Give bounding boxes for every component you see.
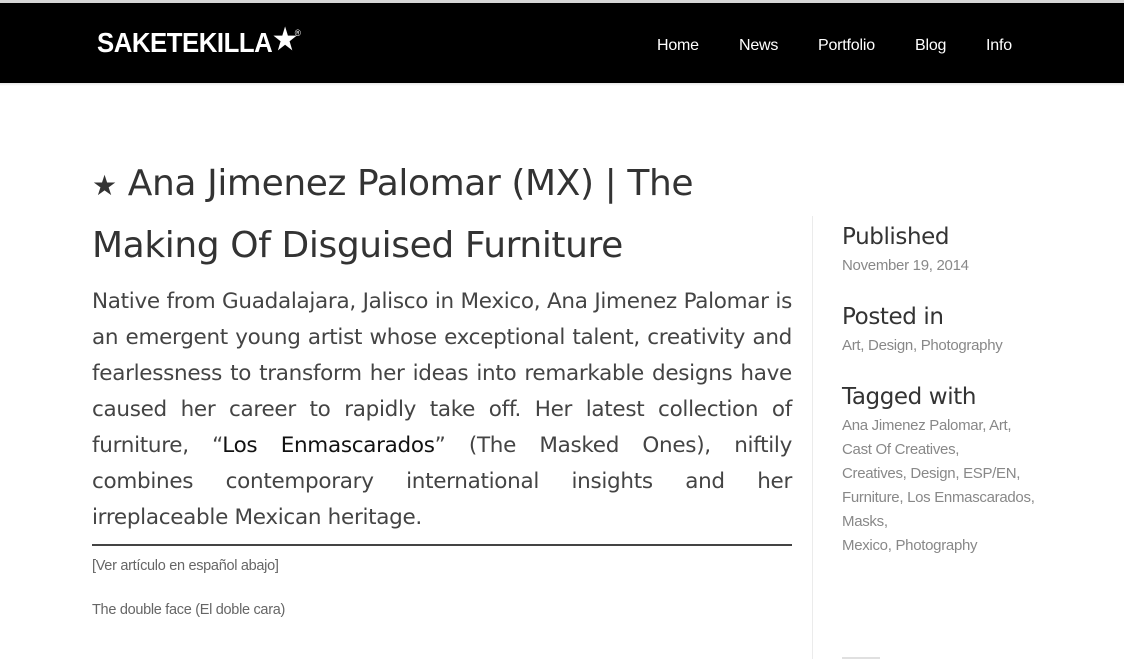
tag-link[interactable]: Masks <box>842 513 884 530</box>
tag-link[interactable]: Photography <box>895 537 977 554</box>
category-list: Art, Design, Photography <box>842 337 1003 354</box>
category-link[interactable]: Design <box>868 337 913 354</box>
category-link[interactable]: Art <box>842 337 861 354</box>
tag-list: Ana Jimenez Palomar, Art, Cast Of Creativ… <box>842 417 1035 554</box>
tag-link[interactable]: Los Enmascarados <box>907 489 1031 506</box>
tagged-with-heading: Tagged with <box>842 384 976 410</box>
tag-link[interactable]: Creatives <box>842 465 903 482</box>
tag-link[interactable]: Cast Of Creatives <box>842 441 956 458</box>
los-enmascarados-link[interactable]: Los Enmascarados <box>222 433 435 458</box>
tag-link[interactable]: Furniture <box>842 489 900 506</box>
nav-portfolio[interactable]: Portfolio <box>818 35 875 57</box>
star-icon: ★ <box>92 169 117 202</box>
tag-link[interactable]: Ana Jimenez Palomar <box>842 417 983 434</box>
published-heading: Published <box>842 224 950 250</box>
nav-info[interactable]: Info <box>986 35 1012 57</box>
site-header: SAKETEKILLA ★ ® Home News Portfolio Blog… <box>0 3 1124 83</box>
header-shadow <box>0 83 1124 86</box>
tag-link[interactable]: ESP/EN <box>963 465 1017 482</box>
nav-home[interactable]: Home <box>657 35 699 57</box>
tag-link[interactable]: Design <box>910 465 955 482</box>
article-lead: Native from Guadalajara, Jalisco in Mexi… <box>92 284 792 536</box>
lead-divider <box>92 544 792 546</box>
tag-link[interactable]: Art <box>989 417 1008 434</box>
published-date: November 19, 2014 <box>842 257 969 274</box>
article-title-text: Ana Jimenez Palomar (MX) | The Making Of… <box>92 163 694 266</box>
sidebar-divider <box>812 216 813 659</box>
tag-link[interactable]: Mexico <box>842 537 888 554</box>
posted-in-heading: Posted in <box>842 304 944 330</box>
spanish-note: [Ver artículo en español abajo] <box>92 558 279 574</box>
nav-news[interactable]: News <box>739 35 778 57</box>
article-title: ★ Ana Jimenez Palomar (MX) | The Making … <box>92 154 782 276</box>
nav-blog[interactable]: Blog <box>915 35 946 57</box>
category-link[interactable]: Photography <box>921 337 1003 354</box>
main-nav: Home News Portfolio Blog Info <box>0 35 1124 59</box>
section-subheading: The double face (El doble cara) <box>92 602 286 618</box>
